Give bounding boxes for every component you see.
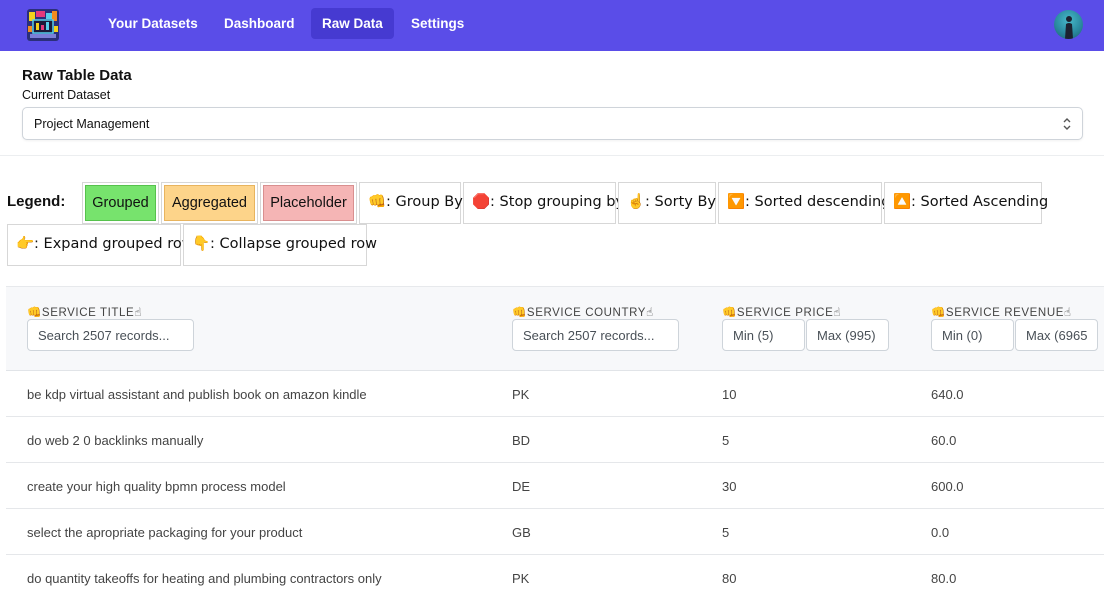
table-row[interactable]: create your high quality bpmn process mo…	[6, 463, 1104, 509]
group-by-icon[interactable]: 👊	[27, 305, 42, 319]
dataset-select[interactable]: Project Management	[22, 107, 1083, 140]
cell-service-price: 80	[722, 571, 737, 586]
sort-by-icon[interactable]: ☝	[833, 305, 841, 319]
price-max-input[interactable]	[806, 319, 889, 351]
cell-service-revenue: 60.0	[931, 433, 957, 448]
page-title: Raw Table Data	[22, 67, 132, 84]
table-row[interactable]: be kdp virtual assistant and publish boo…	[6, 371, 1104, 417]
nav-dashboard[interactable]: Dashboard	[213, 8, 306, 39]
legend-collapse-row: 👇: Collapse grouped row	[183, 224, 377, 266]
legend-expand-row: 👉: Expand grouped row	[7, 224, 194, 266]
legend-expand-row-label: 👉: Expand grouped row	[16, 236, 194, 252]
legend-group-by: 👊: Group By	[359, 182, 463, 224]
legend-stop-grouping: 🛑: Stop grouping by	[463, 182, 625, 224]
legend-collapse-row-label: 👇: Collapse grouped row	[192, 236, 377, 252]
cell-service-price: 10	[722, 387, 737, 402]
top-navbar: Your Datasets Dashboard Raw Data Setting…	[0, 0, 1104, 51]
column-header-service-price[interactable]: 👊SERVICE PRICE☝	[722, 305, 841, 319]
cell-service-title: be kdp virtual assistant and publish boo…	[27, 387, 367, 402]
legend-sorted-ascending-label: 🔼: Sorted Ascending	[893, 194, 1049, 210]
cell-service-revenue: 640.0	[931, 387, 964, 402]
column-header-service-country[interactable]: 👊SERVICE COUNTRY☝	[512, 305, 654, 319]
column-title: SERVICE REVENUE	[945, 307, 1064, 319]
cell-service-price: 5	[722, 525, 730, 540]
cell-service-revenue: 0.0	[931, 525, 950, 540]
nav-raw-data[interactable]: Raw Data	[311, 8, 394, 39]
cell-service-country: DE	[512, 479, 531, 494]
legend-sort-by: ☝️: Sorty By	[618, 182, 716, 224]
legend-placeholder-label: Placeholder	[263, 185, 354, 221]
price-min-input[interactable]	[722, 319, 805, 351]
service-title-search-input[interactable]	[27, 319, 194, 351]
select-updown-icon	[1062, 116, 1072, 132]
dataset-select-value: Project Management	[34, 117, 150, 131]
section-divider	[0, 155, 1104, 156]
sort-by-icon[interactable]: ☝	[646, 305, 654, 319]
nav-settings[interactable]: Settings	[400, 8, 475, 39]
cell-service-country: BD	[512, 433, 531, 448]
revenue-min-input[interactable]	[931, 319, 1014, 351]
legend-sorted-descending-label: 🔽: Sorted descending	[727, 194, 891, 210]
column-header-service-title[interactable]: 👊SERVICE TITLE☝	[27, 305, 142, 319]
cell-service-price: 30	[722, 479, 737, 494]
cell-service-title: do quantity takeoffs for heating and plu…	[27, 571, 382, 586]
cell-service-country: PK	[512, 387, 530, 402]
table-row[interactable]: select the apropriate packaging for your…	[6, 509, 1104, 555]
cell-service-revenue: 600.0	[931, 479, 964, 494]
group-by-icon[interactable]: 👊	[722, 305, 737, 319]
revenue-max-input[interactable]	[1015, 319, 1098, 351]
cell-service-price: 5	[722, 433, 730, 448]
sort-by-icon[interactable]: ☝	[134, 305, 142, 319]
legend-sort-by-label: ☝️: Sorty By	[627, 194, 716, 210]
legend-group-by-label: 👊: Group By	[368, 194, 463, 210]
app-logo-icon[interactable]	[24, 6, 62, 44]
legend-title: Legend:	[7, 193, 66, 210]
cell-service-title: select the apropriate packaging for your…	[27, 525, 303, 540]
dataset-label: Current Dataset	[22, 88, 111, 102]
cell-service-title: do web 2 0 backlinks manually	[27, 433, 204, 448]
group-by-icon[interactable]: 👊	[512, 305, 527, 319]
nav-your-datasets[interactable]: Your Datasets	[97, 8, 209, 39]
legend-aggregated-label: Aggregated	[164, 185, 255, 221]
cell-service-title: create your high quality bpmn process mo…	[27, 479, 286, 494]
table-row[interactable]: do web 2 0 backlinks manually BD 5 60.0	[6, 417, 1104, 463]
legend-grouped: Grouped	[82, 182, 159, 224]
legend-aggregated: Aggregated	[161, 182, 258, 224]
legend-sorted-descending: 🔽: Sorted descending	[718, 182, 891, 224]
column-title: SERVICE PRICE	[736, 307, 834, 319]
user-avatar[interactable]	[1054, 10, 1083, 39]
column-title: SERVICE TITLE	[41, 307, 135, 319]
column-title: SERVICE COUNTRY	[526, 307, 647, 319]
cell-service-country: GB	[512, 525, 531, 540]
legend-sorted-ascending: 🔼: Sorted Ascending	[884, 182, 1049, 224]
legend-placeholder: Placeholder	[260, 182, 357, 224]
legend-stop-grouping-label: 🛑: Stop grouping by	[472, 194, 625, 210]
table-row[interactable]: do quantity takeoffs for heating and plu…	[6, 555, 1104, 600]
group-by-icon[interactable]: 👊	[931, 305, 946, 319]
cell-service-revenue: 80.0	[931, 571, 957, 586]
cell-service-country: PK	[512, 571, 530, 586]
column-header-service-revenue[interactable]: 👊SERVICE REVENUE☝	[931, 305, 1072, 319]
service-country-search-input[interactable]	[512, 319, 679, 351]
sort-by-icon[interactable]: ☝	[1064, 305, 1072, 319]
legend-grouped-label: Grouped	[85, 185, 156, 221]
